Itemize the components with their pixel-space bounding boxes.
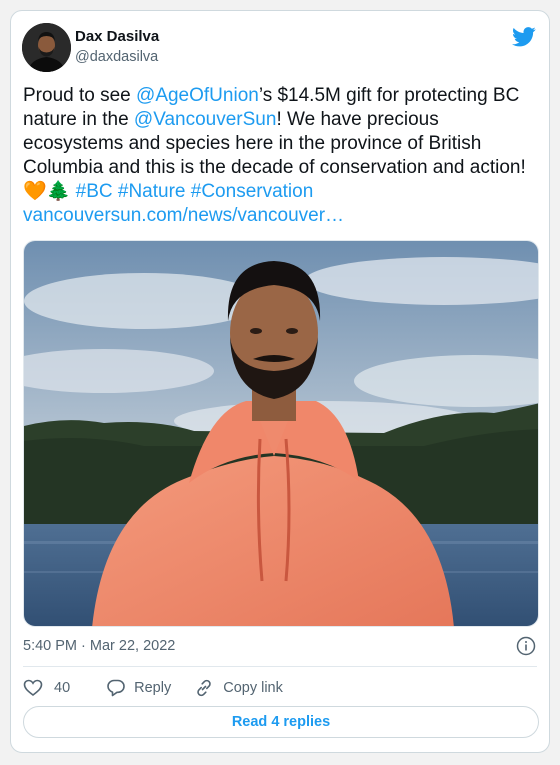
like-button[interactable]: 40 <box>23 678 70 698</box>
copy-link-button[interactable]: Copy link <box>194 678 283 698</box>
copy-link-label: Copy link <box>223 680 283 696</box>
read-replies-button[interactable]: Read 4 replies <box>23 706 539 738</box>
heart-icon <box>23 679 43 697</box>
article-link[interactable]: vancouversun.com/news/vancouver… <box>23 205 344 226</box>
twitter-bird-icon[interactable] <box>512 27 536 47</box>
tweet-timestamp[interactable]: 5:40 PM · Mar 22, 2022 <box>23 638 175 654</box>
link-icon <box>197 679 211 697</box>
author-handle[interactable]: @daxdasilva <box>75 49 158 65</box>
divider <box>23 666 537 667</box>
info-icon[interactable] <box>516 636 536 656</box>
avatar-photo <box>22 23 71 72</box>
author-name[interactable]: Dax Dasilva <box>75 28 159 45</box>
photo-man-orange-hoodie-lake <box>24 241 538 626</box>
action-bar: 40 Reply Copy link <box>23 676 283 700</box>
hashtag-nature[interactable]: #Nature <box>118 181 186 202</box>
mention-vancouversun[interactable]: @VancouverSun <box>134 109 277 130</box>
like-count: 40 <box>54 680 71 696</box>
hashtag-bc[interactable]: #BC <box>76 181 113 202</box>
orange-heart-emoji: 🧡 <box>23 181 47 202</box>
reply-label: Reply <box>134 680 172 696</box>
tweet-text-part: Proud to see <box>23 85 137 106</box>
reply-icon <box>107 679 125 697</box>
reply-button[interactable]: Reply <box>106 678 171 698</box>
mention-ageofunion[interactable]: @AgeOfUnion <box>136 85 259 106</box>
tweet-photo[interactable] <box>23 240 539 627</box>
hashtag-conservation[interactable]: #Conservation <box>191 181 314 202</box>
evergreen-tree-emoji: 🌲 <box>46 181 71 202</box>
avatar[interactable] <box>22 23 71 72</box>
tweet-text: Proud to see @AgeOfUnion’s $14.5M gift f… <box>23 84 539 228</box>
tweet-card: Dax Dasilva @daxdasilva Proud to see @Ag… <box>10 10 550 753</box>
